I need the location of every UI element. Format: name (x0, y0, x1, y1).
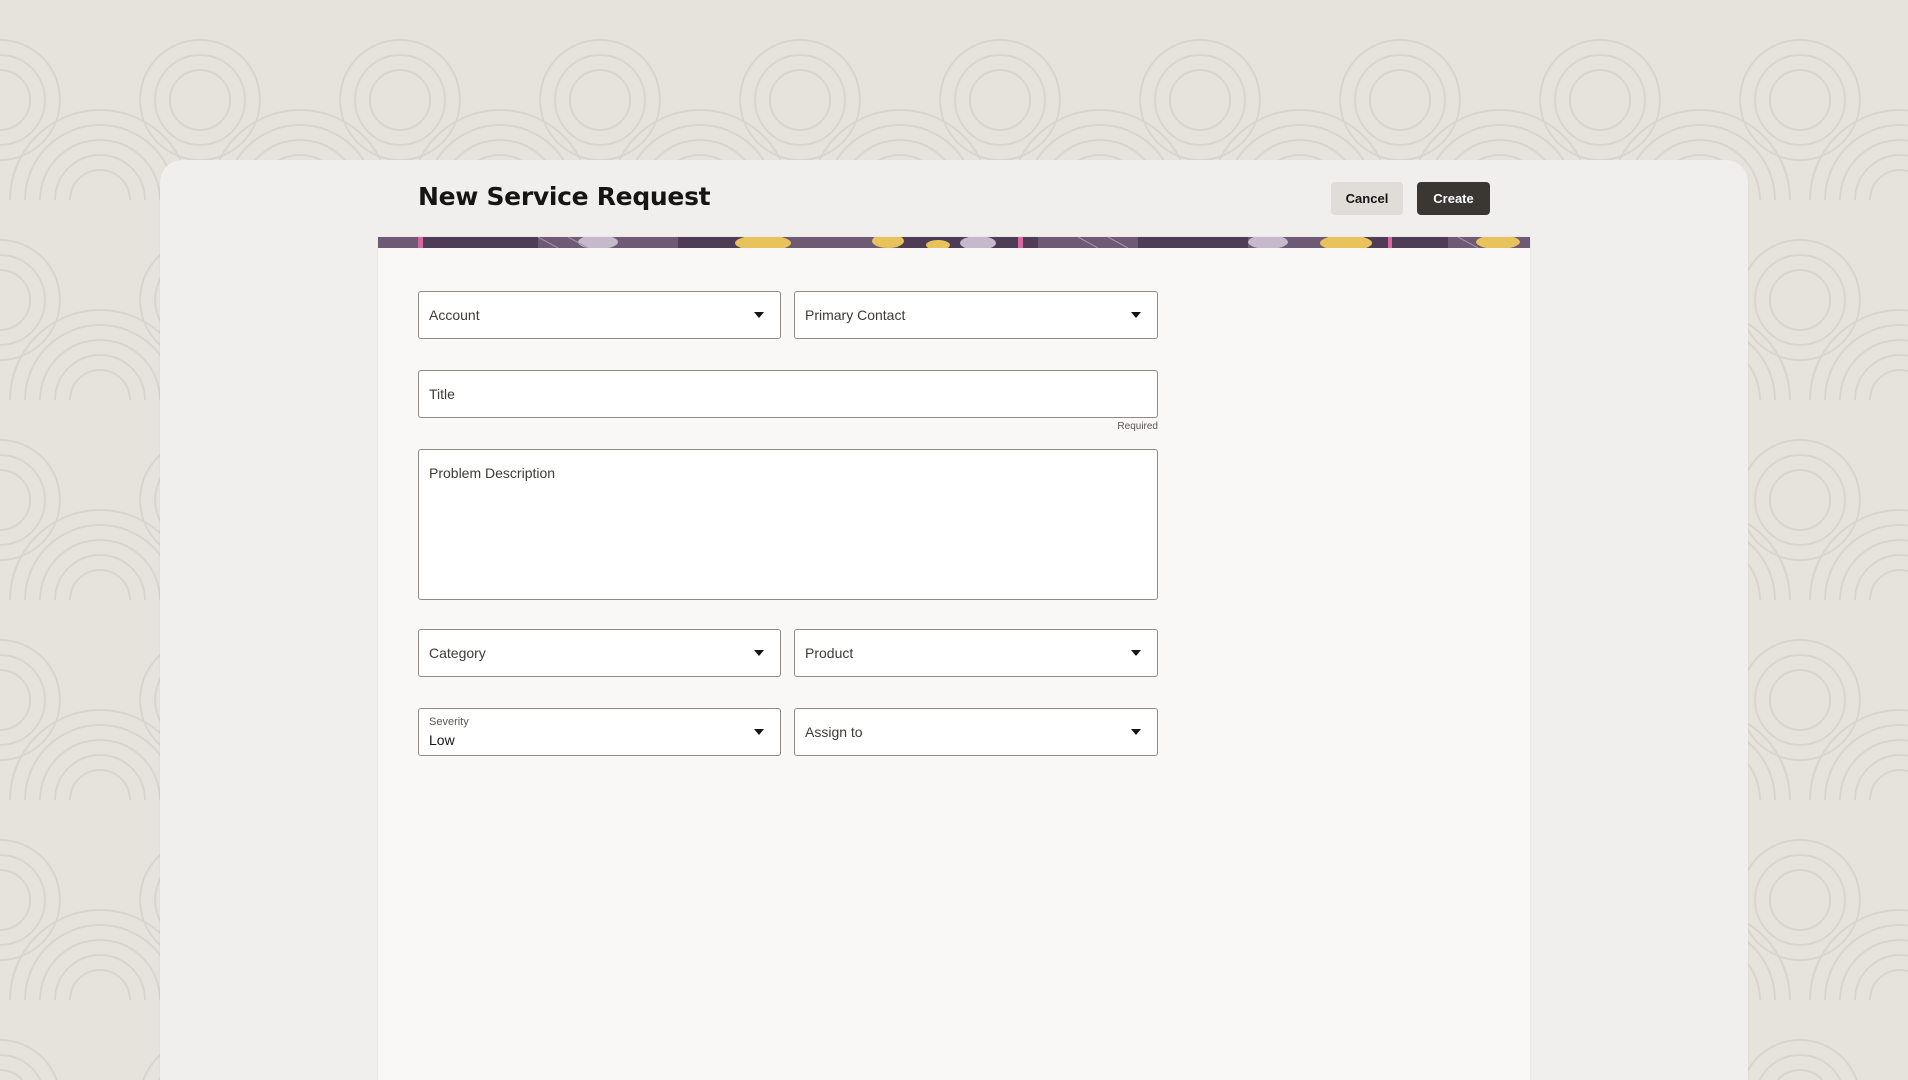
product-select[interactable]: Product (794, 629, 1158, 677)
chevron-down-icon (754, 312, 764, 318)
page-title: New Service Request (418, 182, 711, 211)
title-input[interactable]: Title (418, 370, 1158, 418)
primary-contact-select[interactable]: Primary Contact (794, 291, 1158, 339)
create-button[interactable]: Create (1417, 182, 1490, 215)
cancel-button[interactable]: Cancel (1331, 182, 1403, 215)
title-label: Title (429, 386, 455, 402)
account-select[interactable]: Account (418, 291, 781, 339)
category-label: Category (429, 645, 486, 661)
chevron-down-icon (1131, 312, 1141, 318)
chevron-down-icon (1131, 729, 1141, 735)
account-label: Account (429, 307, 480, 323)
decorative-banner (378, 237, 1530, 248)
problem-description-textarea[interactable]: Problem Description (418, 449, 1158, 600)
chevron-down-icon (754, 650, 764, 656)
title-required-helper: Required (1117, 421, 1158, 432)
severity-value: Low (429, 732, 455, 748)
severity-label: Severity (429, 716, 469, 728)
category-select[interactable]: Category (418, 629, 781, 677)
chevron-down-icon (754, 729, 764, 735)
product-label: Product (805, 645, 854, 661)
problem-description-label: Problem Description (429, 465, 556, 481)
assign-to-select[interactable]: Assign to (794, 708, 1158, 756)
assign-to-label: Assign to (805, 724, 863, 740)
severity-select[interactable]: Severity Low (418, 708, 781, 756)
chevron-down-icon (1131, 650, 1141, 656)
primary-contact-label: Primary Contact (805, 307, 906, 323)
